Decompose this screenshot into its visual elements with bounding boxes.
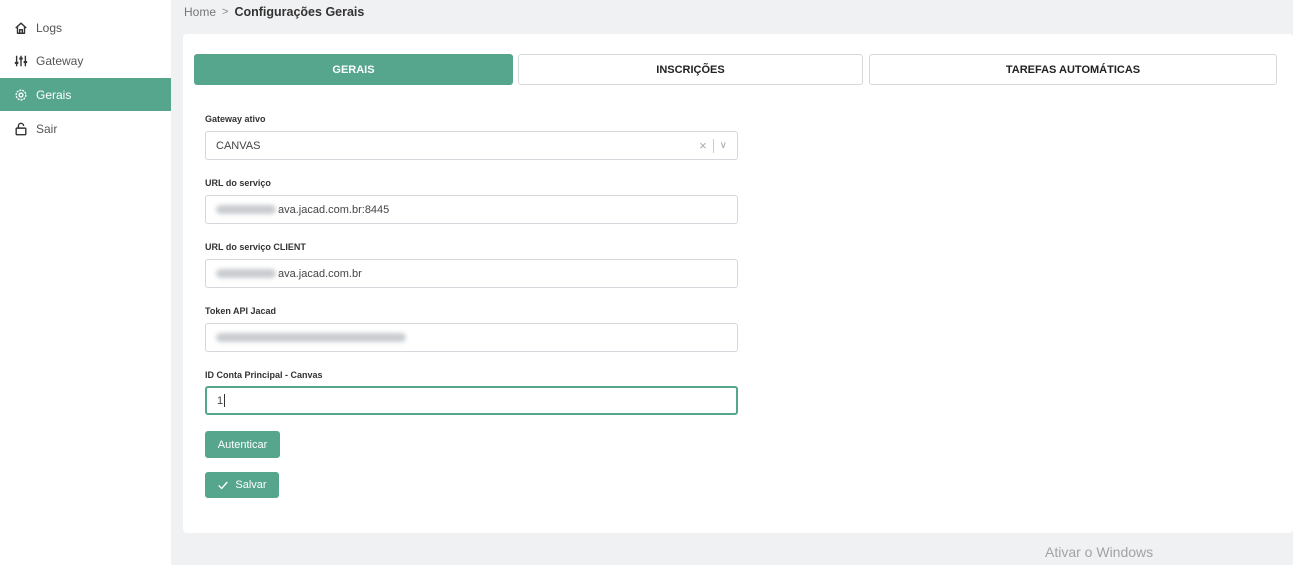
service-url-label: URL do serviço: [205, 178, 271, 188]
tab-tarefas-automaticas[interactable]: TAREFAS AUTOMÁTICAS: [869, 54, 1277, 85]
account-id-label: ID Conta Principal - Canvas: [205, 370, 323, 380]
text-cursor: [224, 394, 226, 407]
clear-icon[interactable]: ×: [699, 138, 707, 153]
sidebar-item-gateway[interactable]: Gateway: [0, 44, 171, 77]
page-title: Configurações Gerais: [234, 5, 365, 19]
tab-gerais[interactable]: GERAIS: [194, 54, 513, 85]
token-label: Token API Jacad: [205, 306, 277, 316]
chevron-down-icon[interactable]: ∨: [720, 140, 727, 151]
service-url-value: ava.jacad.com.br:8445: [278, 203, 390, 216]
redacted-token: [216, 333, 406, 342]
client-url-input[interactable]: ava.jacad.com.br: [205, 259, 738, 288]
account-id-input[interactable]: 1: [205, 386, 738, 415]
token-input[interactable]: [205, 323, 738, 352]
save-button-label: Salvar: [235, 479, 267, 491]
select-divider: [712, 138, 714, 153]
redacted-text: [216, 205, 276, 214]
gateway-select[interactable]: CANVAS × ∨: [205, 131, 738, 160]
client-url-label: URL do serviço CLIENT: [205, 242, 306, 252]
client-url-value: ava.jacad.com.br: [278, 267, 362, 280]
sidebar-item-gerais[interactable]: Gerais: [0, 78, 171, 111]
account-id-value: 1: [217, 394, 224, 407]
windows-activation-watermark: Ativar o Windows: [1045, 544, 1154, 560]
tab-inscricoes[interactable]: INSCRIÇÕES: [518, 54, 863, 85]
authenticate-button[interactable]: Autenticar: [205, 431, 280, 458]
check-icon: [217, 479, 229, 491]
sidebar-item-label: Logs: [36, 20, 63, 35]
sidebar: Logs Gateway Gerais Sair: [0, 0, 171, 565]
sliders-icon: [14, 54, 28, 68]
redacted-text: [216, 269, 276, 278]
save-button[interactable]: Salvar: [205, 472, 279, 498]
gateway-label: Gateway ativo: [205, 114, 266, 124]
home-icon: [14, 21, 28, 35]
sidebar-item-label: Sair: [36, 121, 58, 136]
breadcrumb-home[interactable]: Home: [184, 5, 216, 19]
breadcrumb-separator: >: [222, 6, 229, 18]
sidebar-item-label: Gateway: [36, 53, 84, 68]
sidebar-item-label: Gerais: [36, 87, 72, 102]
sidebar-item-logs[interactable]: Logs: [0, 11, 171, 44]
gear-icon: [14, 88, 28, 102]
breadcrumb: Home > Configurações Gerais: [184, 5, 364, 19]
sidebar-item-sair[interactable]: Sair: [0, 112, 171, 145]
unlock-icon: [14, 122, 28, 136]
gateway-selected-value: CANVAS: [216, 139, 261, 152]
service-url-input[interactable]: ava.jacad.com.br:8445: [205, 195, 738, 224]
